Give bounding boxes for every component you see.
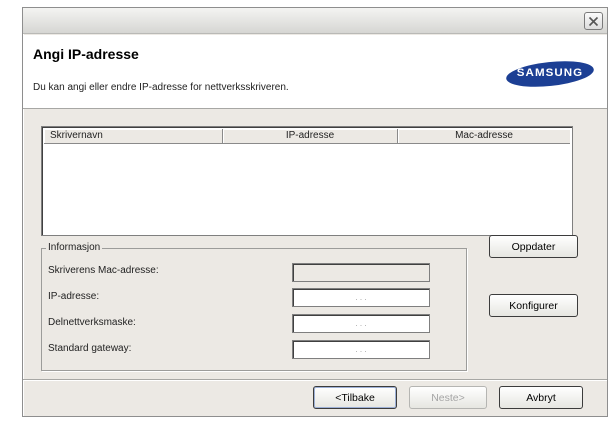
ip-address-field[interactable]: . . . (292, 288, 430, 307)
column-header-ip-address[interactable]: IP-adresse (223, 129, 398, 144)
subnet-mask-label: Delnettverksmaske: (48, 317, 136, 328)
close-button[interactable] (584, 12, 603, 30)
ip-address-dots: . . . (355, 293, 367, 302)
default-gateway-label: Standard gateway: (48, 343, 132, 354)
samsung-logo: SAMSUNG (505, 58, 595, 90)
close-icon (588, 16, 599, 26)
footer-divider (23, 379, 607, 381)
page-description: Du kan angi eller endre IP-adresse for n… (33, 82, 289, 93)
ip-address-label: IP-adresse: (48, 291, 100, 302)
dialog-header: Angi IP-adresse Du kan angi eller endre … (23, 35, 607, 109)
subnet-mask-dots: . . . (355, 319, 367, 328)
next-button: Neste> (409, 386, 487, 409)
list-header: Skrivernavn IP-adresse Mac-adresse (44, 129, 570, 144)
default-gateway-field[interactable]: . . . (292, 340, 430, 359)
mac-address-label: Skriverens Mac-adresse: (48, 265, 159, 276)
column-header-printer-name[interactable]: Skrivernavn (44, 129, 223, 144)
column-header-mac-address[interactable]: Mac-adresse (398, 129, 570, 144)
default-gateway-dots: . . . (355, 345, 367, 354)
title-bar (23, 8, 607, 34)
dialog-window: Angi IP-adresse Du kan angi eller endre … (22, 7, 608, 417)
cancel-button[interactable]: Avbryt (499, 386, 583, 409)
back-button[interactable]: <Tilbake (313, 386, 397, 409)
configure-button[interactable]: Konfigurer (489, 294, 578, 317)
page-title: Angi IP-adresse (33, 46, 139, 62)
info-groupbox: Informasjon Skriverens Mac-adresse: IP-a… (41, 242, 467, 371)
update-button[interactable]: Oppdater (489, 235, 578, 258)
info-group-legend: Informasjon (46, 242, 103, 253)
mac-address-field (292, 263, 430, 282)
logo-text: SAMSUNG (516, 67, 584, 79)
subnet-mask-field[interactable]: . . . (292, 314, 430, 333)
printer-list[interactable]: Skrivernavn IP-adresse Mac-adresse (41, 126, 573, 236)
